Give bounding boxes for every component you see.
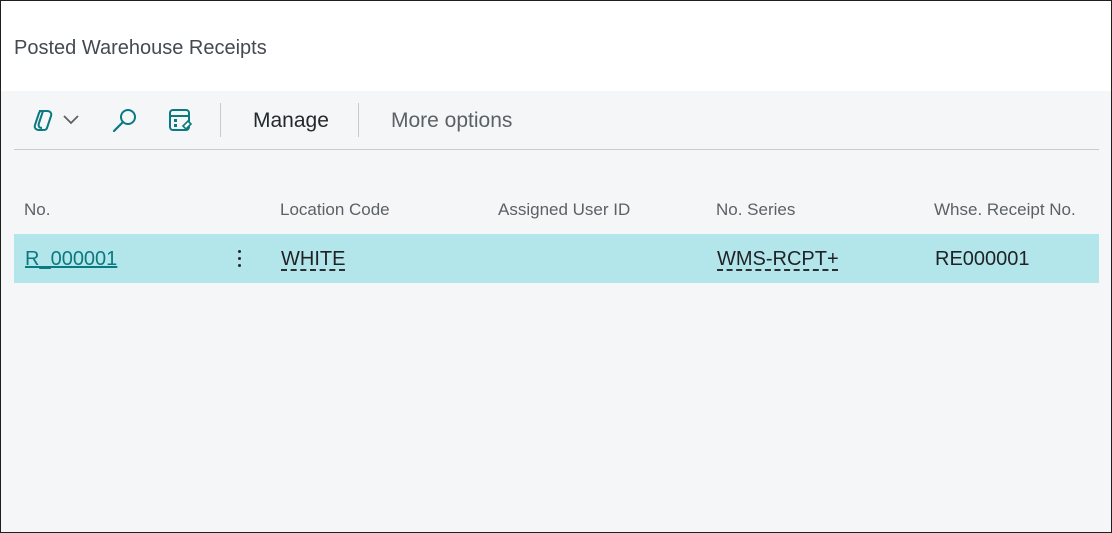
column-header-no[interactable]: No.	[24, 200, 50, 220]
toolbar-divider	[358, 103, 359, 137]
column-header-whse-receipt-no[interactable]: Whse. Receipt No.	[934, 200, 1076, 220]
no-series-cell[interactable]: WMS-RCPT+	[717, 248, 839, 271]
chevron-down-icon[interactable]	[62, 113, 80, 131]
receipt-no-link[interactable]: R_000001	[25, 248, 117, 271]
location-code-cell[interactable]: WHITE	[281, 248, 345, 271]
page-header: Posted Warehouse Receipts	[1, 1, 1111, 91]
row-actions-icon[interactable]	[232, 246, 248, 272]
action-bar: Manage More options	[14, 93, 1099, 150]
column-header-location-code[interactable]: Location Code	[280, 200, 390, 220]
posted-warehouse-receipts-window: Posted Warehouse Receipts Manage More op…	[0, 0, 1112, 533]
column-header-assigned-user-id[interactable]: Assigned User ID	[498, 200, 630, 220]
more-options-button[interactable]: More options	[391, 109, 512, 133]
table-row[interactable]: R_000001 WHITE WMS-RCPT+ RE000001	[14, 234, 1099, 283]
search-icon[interactable]	[111, 107, 139, 140]
toolbar-divider	[220, 103, 221, 137]
copilot-icon[interactable]	[30, 107, 56, 138]
whse-receipt-no-cell: RE000001	[935, 248, 1030, 270]
edit-list-icon[interactable]	[167, 107, 195, 140]
page-title: Posted Warehouse Receipts	[14, 37, 267, 59]
manage-button[interactable]: Manage	[253, 109, 329, 133]
column-header-no-series[interactable]: No. Series	[716, 200, 795, 220]
